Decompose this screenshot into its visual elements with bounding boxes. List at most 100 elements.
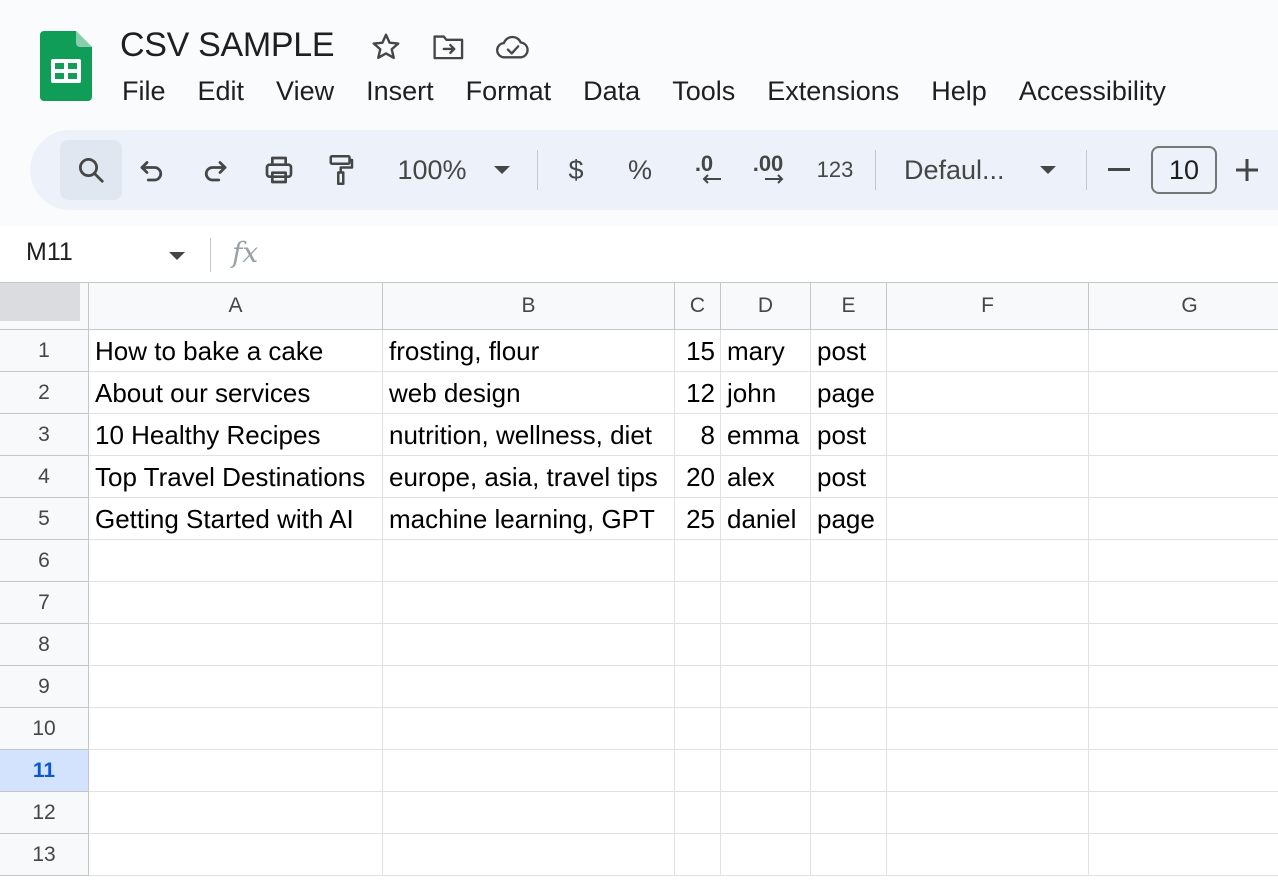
decrease-font-size-button[interactable]	[1104, 130, 1134, 210]
grid-cell[interactable]: 10 Healthy Recipes	[89, 414, 383, 456]
grid-cell[interactable]: 25	[675, 498, 721, 540]
grid-cell[interactable]	[1089, 666, 1278, 708]
grid-cell[interactable]	[89, 624, 383, 666]
grid-cell[interactable]: 12	[675, 372, 721, 414]
grid-cell[interactable]	[887, 330, 1089, 372]
grid-cell[interactable]	[887, 666, 1089, 708]
grid-cell[interactable]	[887, 834, 1089, 876]
grid-cell[interactable]: daniel	[721, 498, 811, 540]
grid-cell[interactable]	[383, 750, 675, 792]
grid-cell[interactable]	[89, 540, 383, 582]
grid-cell[interactable]: machine learning, GPT	[383, 498, 675, 540]
redo-button[interactable]	[197, 130, 233, 210]
paint-format-button[interactable]	[324, 130, 360, 210]
column-header-a[interactable]: A	[89, 283, 383, 330]
grid-cell[interactable]	[887, 708, 1089, 750]
row-header[interactable]: 5	[0, 498, 89, 540]
grid-cell[interactable]	[675, 792, 721, 834]
menu-data[interactable]: Data	[567, 72, 656, 110]
grid-cell[interactable]	[89, 792, 383, 834]
grid-cell[interactable]	[811, 792, 887, 834]
grid-cell[interactable]	[811, 666, 887, 708]
grid-cell[interactable]	[675, 708, 721, 750]
menu-view[interactable]: View	[260, 72, 350, 110]
grid-cell[interactable]	[383, 792, 675, 834]
grid-cell[interactable]	[1089, 582, 1278, 624]
grid-cell[interactable]	[383, 624, 675, 666]
grid-cell[interactable]: About our services	[89, 372, 383, 414]
grid-cell[interactable]	[1089, 498, 1278, 540]
menu-accessibility[interactable]: Accessibility	[1003, 72, 1182, 110]
decrease-decimal-button[interactable]: .0	[684, 130, 724, 210]
row-header[interactable]: 9	[0, 666, 89, 708]
grid-cell[interactable]: post	[811, 456, 887, 498]
grid-cell[interactable]	[887, 498, 1089, 540]
grid-cell[interactable]	[675, 666, 721, 708]
grid-cell[interactable]: page	[811, 372, 887, 414]
grid-cell[interactable]	[811, 540, 887, 582]
percent-format-button[interactable]: %	[624, 130, 656, 210]
column-header-c[interactable]: C	[675, 283, 721, 330]
currency-format-button[interactable]: $	[560, 130, 592, 210]
grid-cell[interactable]	[887, 750, 1089, 792]
increase-decimal-button[interactable]: .00	[746, 130, 790, 210]
menu-format[interactable]: Format	[450, 72, 568, 110]
font-dropdown-arrow[interactable]	[1036, 130, 1060, 210]
grid-cell[interactable]	[675, 834, 721, 876]
grid-cell[interactable]	[887, 624, 1089, 666]
increase-font-size-button[interactable]	[1232, 130, 1262, 210]
row-header[interactable]: 4	[0, 456, 89, 498]
menu-extensions[interactable]: Extensions	[751, 72, 915, 110]
grid-cell[interactable]	[721, 792, 811, 834]
row-header[interactable]: 2	[0, 372, 89, 414]
row-header[interactable]: 12	[0, 792, 89, 834]
grid-cell[interactable]	[675, 624, 721, 666]
font-size-input[interactable]: 10	[1151, 146, 1217, 194]
grid-cell[interactable]	[1089, 414, 1278, 456]
grid-cell[interactable]: europe, asia, travel tips	[383, 456, 675, 498]
row-header[interactable]: 8	[0, 624, 89, 666]
grid-cell[interactable]	[89, 750, 383, 792]
grid-cell[interactable]	[1089, 372, 1278, 414]
grid-cell[interactable]: post	[811, 414, 887, 456]
grid-cell[interactable]	[1089, 330, 1278, 372]
grid-cell[interactable]	[887, 414, 1089, 456]
grid-cell[interactable]	[887, 540, 1089, 582]
print-button[interactable]	[260, 130, 298, 210]
grid-cell[interactable]	[675, 582, 721, 624]
row-header[interactable]: 1	[0, 330, 89, 372]
name-box-dropdown[interactable]	[168, 248, 186, 266]
grid-cell[interactable]	[89, 834, 383, 876]
column-header-f[interactable]: F	[887, 283, 1089, 330]
menu-file[interactable]: File	[106, 72, 182, 110]
grid-cell[interactable]	[1089, 624, 1278, 666]
grid-cell[interactable]	[383, 582, 675, 624]
grid-cell[interactable]	[811, 750, 887, 792]
grid-cell[interactable]: 20	[675, 456, 721, 498]
menu-help[interactable]: Help	[915, 72, 1003, 110]
grid-cell[interactable]: Getting Started with AI	[89, 498, 383, 540]
grid-cell[interactable]	[721, 624, 811, 666]
grid-cell[interactable]: nutrition, wellness, diet	[383, 414, 675, 456]
row-header[interactable]: 7	[0, 582, 89, 624]
row-header[interactable]: 6	[0, 540, 89, 582]
grid-cell[interactable]	[1089, 792, 1278, 834]
grid-cell[interactable]: alex	[721, 456, 811, 498]
column-header-g[interactable]: G	[1089, 283, 1278, 330]
move-folder-icon[interactable]	[431, 30, 467, 64]
grid-cell[interactable]	[383, 666, 675, 708]
more-formats-button[interactable]: 123	[813, 130, 857, 210]
sheets-logo-icon[interactable]	[40, 31, 92, 101]
grid-cell[interactable]	[721, 834, 811, 876]
document-title[interactable]: CSV SAMPLE	[120, 26, 335, 65]
grid-cell[interactable]: post	[811, 330, 887, 372]
grid-cell[interactable]	[383, 540, 675, 582]
grid-cell[interactable]	[89, 708, 383, 750]
grid-cell[interactable]	[887, 582, 1089, 624]
grid-cell[interactable]	[721, 666, 811, 708]
grid-cell[interactable]	[887, 372, 1089, 414]
grid-cell[interactable]	[721, 750, 811, 792]
grid-cell[interactable]	[1089, 750, 1278, 792]
zoom-select[interactable]: 100%	[390, 130, 474, 210]
row-header[interactable]: 13	[0, 834, 89, 876]
